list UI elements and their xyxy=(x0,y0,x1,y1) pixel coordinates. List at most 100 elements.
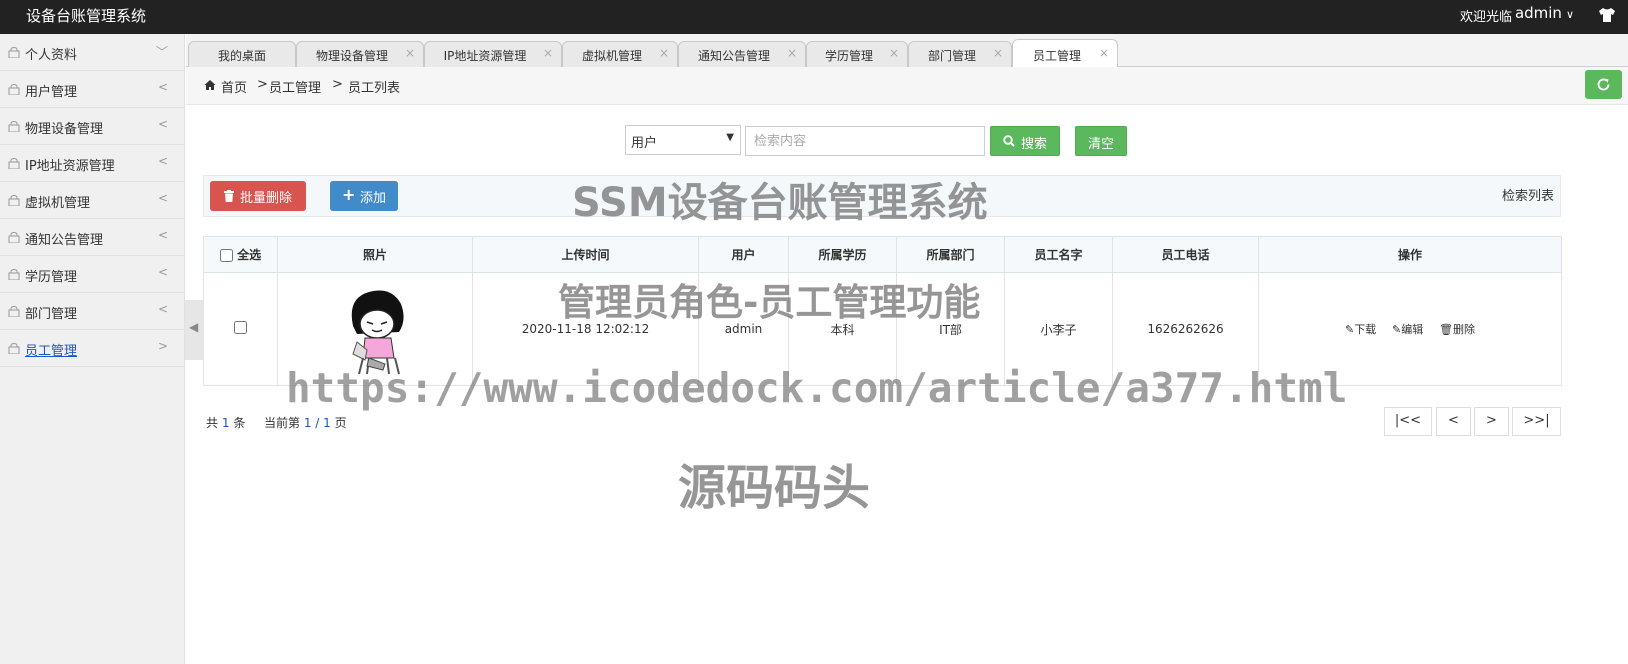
tab-vms[interactable]: 虚拟机管理 × xyxy=(562,41,678,67)
list-title: 检索列表 xyxy=(1501,189,1554,204)
chevron-icon: < xyxy=(157,117,168,131)
plus-icon: + xyxy=(342,185,356,204)
sidebar: 个人资料 ﹀ 用户管理 < 物理设备管理 < IP地址资源管理 < 虚拟机管理 … xyxy=(0,34,185,664)
user-menu[interactable]: admin ∨ xyxy=(1515,4,1574,22)
watermark-brand: 源码码头 xyxy=(678,460,871,516)
row-checkbox[interactable] xyxy=(234,321,247,334)
breadcrumb-separator: > xyxy=(257,77,268,92)
tab-desktop[interactable]: 我的桌面 xyxy=(188,41,296,67)
search-field-value: 用户 xyxy=(631,136,658,151)
tab-label: 物理设备管理 xyxy=(315,49,388,63)
tab-notices[interactable]: 通知公告管理 × xyxy=(678,41,806,67)
header-user: 用户 xyxy=(698,236,789,273)
row-select-cell xyxy=(203,272,278,386)
lock-icon xyxy=(8,47,20,58)
total-prefix: 共 xyxy=(206,416,219,430)
sidebar-item-departments[interactable]: 部门管理 < xyxy=(0,293,184,330)
prev-page-button[interactable]: < xyxy=(1436,407,1471,436)
sidebar-collapse-handle[interactable]: ◀ xyxy=(185,300,203,360)
chevron-icon: ﹀ xyxy=(155,45,168,59)
close-icon[interactable]: × xyxy=(659,46,669,60)
header-education: 所属学历 xyxy=(788,236,897,273)
close-icon[interactable]: × xyxy=(787,46,797,60)
sidebar-item-users[interactable]: 用户管理 < xyxy=(0,71,184,108)
sidebar-item-profile[interactable]: 个人资料 ﹀ xyxy=(0,34,184,71)
close-icon[interactable]: × xyxy=(543,46,553,60)
lock-icon xyxy=(8,121,20,132)
edit-link[interactable]: ✎编辑 xyxy=(1392,321,1423,337)
sidebar-item-physical-devices[interactable]: 物理设备管理 < xyxy=(0,108,184,145)
search-input[interactable] xyxy=(745,126,985,156)
chevron-icon: < xyxy=(157,228,168,242)
edit-label: 编辑 xyxy=(1401,323,1424,336)
tab-education[interactable]: 学历管理 × xyxy=(806,41,908,67)
sidebar-item-label: 个人资料 xyxy=(25,48,78,63)
sidebar-item-ip-resources[interactable]: IP地址资源管理 < xyxy=(0,145,184,182)
lock-icon xyxy=(8,158,20,169)
sidebar-item-label: 通知公告管理 xyxy=(25,233,104,248)
close-icon[interactable]: × xyxy=(993,46,1003,60)
first-page-button[interactable]: |<< xyxy=(1384,407,1432,436)
lock-icon xyxy=(8,269,20,280)
top-bar: 设备台账管理系统 欢迎光临 admin ∨ xyxy=(0,0,1628,34)
current-page: 1 / 1 xyxy=(303,416,331,430)
close-icon[interactable]: × xyxy=(405,46,415,60)
sidebar-item-education[interactable]: 学历管理 < xyxy=(0,256,184,293)
tab-departments[interactable]: 部门管理 × xyxy=(908,41,1012,67)
pencil-icon: ✎ xyxy=(1392,323,1402,336)
tab-employees[interactable]: 员工管理 × xyxy=(1012,39,1118,68)
next-page-button[interactable]: > xyxy=(1474,407,1509,436)
lock-icon xyxy=(8,84,20,95)
tab-label: 学历管理 xyxy=(824,49,873,63)
header-name: 员工名字 xyxy=(1004,236,1113,273)
close-icon[interactable]: × xyxy=(1099,46,1109,60)
tab-bar: 我的桌面 物理设备管理 × IP地址资源管理 × 虚拟机管理 × 通知公告管理 … xyxy=(186,34,1628,68)
current-prefix: 当前第 xyxy=(264,416,301,430)
refresh-button[interactable] xyxy=(1585,70,1622,99)
breadcrumb-level1[interactable]: 员工管理 xyxy=(269,77,321,96)
batch-delete-button[interactable]: 批量删除 xyxy=(210,181,306,211)
tab-ip-resources[interactable]: IP地址资源管理 × xyxy=(424,41,562,67)
sidebar-item-notices[interactable]: 通知公告管理 < xyxy=(0,219,184,256)
sidebar-item-employees[interactable]: 员工管理 > xyxy=(0,330,184,367)
sidebar-item-label: 物理设备管理 xyxy=(25,122,104,137)
home-icon xyxy=(204,80,216,90)
chevron-icon: < xyxy=(157,302,168,316)
username: admin xyxy=(1514,4,1562,22)
lock-icon xyxy=(8,306,20,317)
tab-physical-devices[interactable]: 物理设备管理 × xyxy=(296,41,424,67)
delete-label: 删除 xyxy=(1453,323,1476,336)
total-suffix: 条 xyxy=(233,416,246,430)
add-button[interactable]: + 添加 xyxy=(330,181,398,211)
clear-button[interactable]: 清空 xyxy=(1075,126,1127,156)
last-page-button[interactable]: >>| xyxy=(1512,407,1561,436)
current-suffix: 页 xyxy=(334,416,347,430)
total-count: 1 xyxy=(221,416,230,430)
employee-photo[interactable] xyxy=(339,280,411,376)
search-field-select[interactable]: 用户 ▼ xyxy=(625,125,741,155)
tab-label: 员工管理 xyxy=(1032,49,1081,63)
sidebar-item-vms[interactable]: 虚拟机管理 < xyxy=(0,182,184,219)
skin-shirt-icon[interactable] xyxy=(1598,6,1616,24)
breadcrumb-home[interactable]: 首页 xyxy=(221,77,247,96)
close-icon[interactable]: × xyxy=(889,46,899,60)
breadcrumb: 首页 > 员工管理 > 员工列表 xyxy=(186,67,1628,105)
sidebar-item-label: IP地址资源管理 xyxy=(25,159,115,174)
lock-icon xyxy=(8,195,20,206)
search-button[interactable]: 搜索 xyxy=(990,126,1060,156)
chevron-down-icon: ∨ xyxy=(1565,8,1574,21)
app-title: 设备台账管理系统 xyxy=(26,7,147,25)
pagination-current: 当前第 1 / 1 页 xyxy=(264,414,347,431)
tab-label: 部门管理 xyxy=(927,49,976,63)
download-link[interactable]: ✎下载 xyxy=(1345,321,1376,337)
select-all-checkbox[interactable] xyxy=(219,249,233,262)
welcome-text: 欢迎光临 xyxy=(1459,10,1512,25)
delete-link[interactable]: 🗑删除 xyxy=(1439,321,1475,337)
sidebar-item-label: 员工管理 xyxy=(25,344,78,359)
table-header-row: 全选 照片 上传时间 用户 所属学历 所属部门 员工名字 员工电话 操作 xyxy=(203,236,1562,273)
select-all-label: 全选 xyxy=(237,248,262,262)
download-label: 下载 xyxy=(1354,323,1377,336)
lock-icon xyxy=(8,343,20,354)
chevron-icon: < xyxy=(157,154,168,168)
trash-icon xyxy=(224,190,234,202)
